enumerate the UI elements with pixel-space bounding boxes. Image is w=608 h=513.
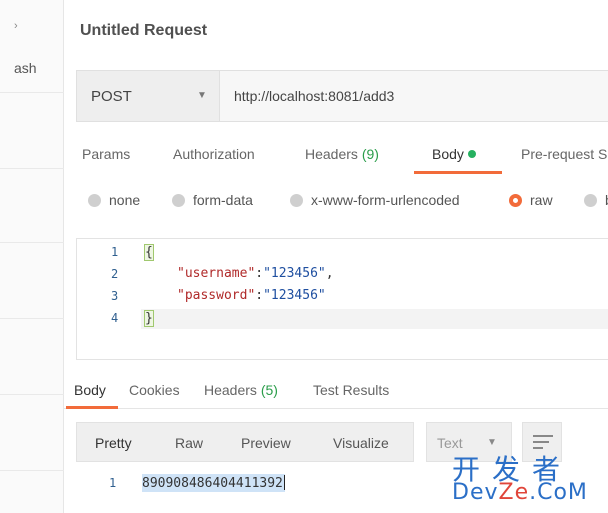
brace-open: { bbox=[144, 244, 154, 261]
radio-selected-icon bbox=[509, 194, 522, 207]
view-raw-button[interactable]: Raw bbox=[175, 435, 203, 451]
sidebar-divider bbox=[0, 470, 64, 471]
json-value: "123456" bbox=[263, 288, 326, 303]
tab-headers-label: Headers bbox=[305, 146, 358, 162]
watermark-en-c: .CoM bbox=[529, 480, 588, 505]
divider bbox=[64, 408, 608, 409]
caret-down-icon: ▼ bbox=[487, 437, 497, 448]
json-sep: : bbox=[255, 288, 264, 303]
radio-binary[interactable]: b bbox=[584, 192, 608, 208]
request-panel: Untitled Request POST ▼ http://localhost… bbox=[64, 0, 608, 513]
response-text: 890908486404411392 bbox=[142, 476, 283, 491]
radio-circle-icon bbox=[88, 194, 101, 207]
radio-none[interactable]: none bbox=[88, 192, 140, 208]
body-editor[interactable]: 1 { 2 "username":"123456", 3 "password":… bbox=[76, 238, 608, 360]
view-pretty-button[interactable]: Pretty bbox=[95, 435, 132, 451]
caret-down-icon: ▼ bbox=[197, 90, 207, 101]
radio-raw[interactable]: raw bbox=[509, 192, 553, 208]
chevron-right-icon[interactable]: › bbox=[14, 20, 18, 32]
code-line: "password":"123456" bbox=[177, 288, 326, 303]
active-tab-indicator bbox=[66, 406, 118, 409]
sidebar-item-partial[interactable]: ash bbox=[14, 60, 37, 76]
json-key: "username" bbox=[177, 266, 256, 281]
json-sep: : bbox=[255, 266, 264, 281]
current-line-highlight bbox=[141, 309, 608, 329]
radio-circle-icon bbox=[584, 194, 597, 207]
tab-body-label: Body bbox=[432, 146, 464, 162]
radio-urlencoded[interactable]: x-www-form-urlencoded bbox=[290, 192, 460, 208]
request-title[interactable]: Untitled Request bbox=[80, 22, 207, 40]
sidebar-divider bbox=[0, 394, 64, 395]
status-dot-icon bbox=[467, 150, 476, 158]
watermark-logo: 开发者 DevZe.CoM bbox=[452, 448, 608, 508]
radio-form-data[interactable]: form-data bbox=[172, 192, 253, 208]
method-select[interactable]: POST ▼ bbox=[77, 71, 220, 121]
response-tab-headers-label: Headers bbox=[204, 382, 257, 398]
view-visualize-button[interactable]: Visualize bbox=[333, 435, 389, 451]
sidebar-divider bbox=[0, 242, 64, 243]
icon-stroke bbox=[533, 435, 553, 437]
radio-raw-label: raw bbox=[530, 192, 553, 208]
radio-urlencoded-label: x-www-form-urlencoded bbox=[311, 192, 460, 208]
code-line: { bbox=[144, 244, 154, 261]
line-number: 4 bbox=[111, 311, 119, 325]
watermark-en: DevZe.CoM bbox=[452, 480, 588, 505]
tab-headers-count: (9) bbox=[361, 146, 379, 162]
url-input[interactable]: http://localhost:8081/add3 bbox=[234, 88, 394, 104]
response-body-value[interactable]: 890908486404411392 bbox=[142, 474, 285, 492]
line-number: 3 bbox=[111, 289, 119, 303]
response-view-toggle: Pretty Raw Preview Visualize bbox=[76, 422, 414, 462]
radio-form-data-label: form-data bbox=[193, 192, 253, 208]
tab-body[interactable]: Body bbox=[432, 146, 476, 162]
radio-circle-icon bbox=[290, 194, 303, 207]
response-tab-headers-count: (5) bbox=[260, 382, 278, 398]
active-tab-indicator bbox=[414, 171, 502, 174]
tab-authorization[interactable]: Authorization bbox=[173, 146, 255, 162]
response-tab-body[interactable]: Body bbox=[74, 382, 106, 398]
method-value: POST bbox=[91, 88, 132, 105]
text-cursor bbox=[283, 475, 285, 490]
sidebar: › ash bbox=[0, 0, 64, 513]
code-line: "username":"123456", bbox=[177, 266, 334, 281]
sidebar-divider bbox=[0, 168, 64, 169]
json-comma: , bbox=[325, 266, 334, 281]
icon-stroke bbox=[533, 441, 549, 443]
response-tab-test-results[interactable]: Test Results bbox=[313, 382, 389, 398]
sidebar-divider bbox=[0, 92, 64, 93]
view-preview-button[interactable]: Preview bbox=[241, 435, 291, 451]
brace-close: } bbox=[144, 310, 154, 327]
line-number: 1 bbox=[111, 245, 119, 259]
json-key: "password" bbox=[177, 288, 256, 303]
tab-headers[interactable]: Headers (9) bbox=[305, 146, 379, 162]
watermark-en-b: Ze bbox=[498, 480, 530, 505]
watermark-en-a: Dev bbox=[452, 480, 499, 505]
radio-circle-icon bbox=[172, 194, 185, 207]
request-bar: POST ▼ http://localhost:8081/add3 bbox=[76, 70, 608, 122]
response-tab-headers[interactable]: Headers (5) bbox=[204, 382, 278, 398]
line-number: 2 bbox=[111, 267, 119, 281]
line-number: 1 bbox=[109, 476, 117, 490]
response-tab-cookies[interactable]: Cookies bbox=[129, 382, 180, 398]
json-value: "123456" bbox=[263, 266, 326, 281]
radio-none-label: none bbox=[109, 192, 141, 208]
tab-pre-request[interactable]: Pre-request S bbox=[521, 146, 607, 162]
tab-params[interactable]: Params bbox=[82, 146, 130, 162]
sidebar-divider bbox=[0, 318, 64, 319]
code-line: } bbox=[144, 310, 154, 327]
